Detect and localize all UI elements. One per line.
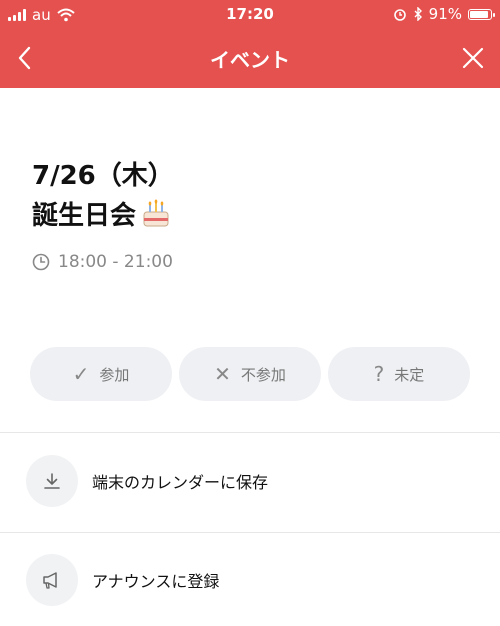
status-right: 91% (393, 5, 495, 23)
register-announcement-label: アナウンスに登録 (92, 572, 220, 591)
join-button[interactable]: ✓ 参加 (30, 347, 172, 401)
status-bar: au 17:20 91% (0, 0, 500, 30)
divider (0, 532, 500, 533)
battery-icon (468, 8, 495, 20)
event-time: 18:00 - 21:00 (58, 252, 173, 272)
clock-icon (32, 253, 50, 271)
divider (0, 432, 500, 433)
undecided-label: 未定 (394, 365, 425, 384)
page-title: イベント (210, 48, 290, 72)
check-icon: ✓ (72, 362, 90, 386)
event-title: 誕生日会 (32, 201, 137, 231)
cross-icon: ✕ (214, 362, 231, 386)
birthday-cake-icon (143, 199, 169, 226)
event-date: 7/26（木） (32, 161, 174, 191)
save-to-calendar-label: 端末のカレンダーに保存 (92, 473, 269, 492)
nav-bar: イベント (0, 30, 500, 88)
undecided-button[interactable]: ? 未定 (328, 347, 470, 401)
battery-percent: 91% (428, 5, 462, 23)
download-icon (26, 455, 78, 507)
megaphone-icon (26, 554, 78, 606)
save-to-calendar-button[interactable]: 端末のカレンダーに保存 (26, 455, 268, 507)
join-label: 参加 (99, 365, 130, 384)
alarm-icon (393, 9, 406, 21)
decline-button[interactable]: ✕ 不参加 (179, 347, 321, 401)
close-icon[interactable] (462, 47, 484, 69)
register-announcement-button[interactable]: アナウンスに登録 (26, 554, 219, 606)
app-header-area: au 17:20 91% イベント (0, 0, 500, 88)
event-title-row: 誕生日会 (32, 195, 172, 232)
event-time-row: 18:00 - 21:00 (32, 252, 173, 272)
bluetooth-icon (414, 7, 422, 21)
question-icon: ? (373, 362, 385, 386)
decline-label: 不参加 (240, 365, 286, 384)
